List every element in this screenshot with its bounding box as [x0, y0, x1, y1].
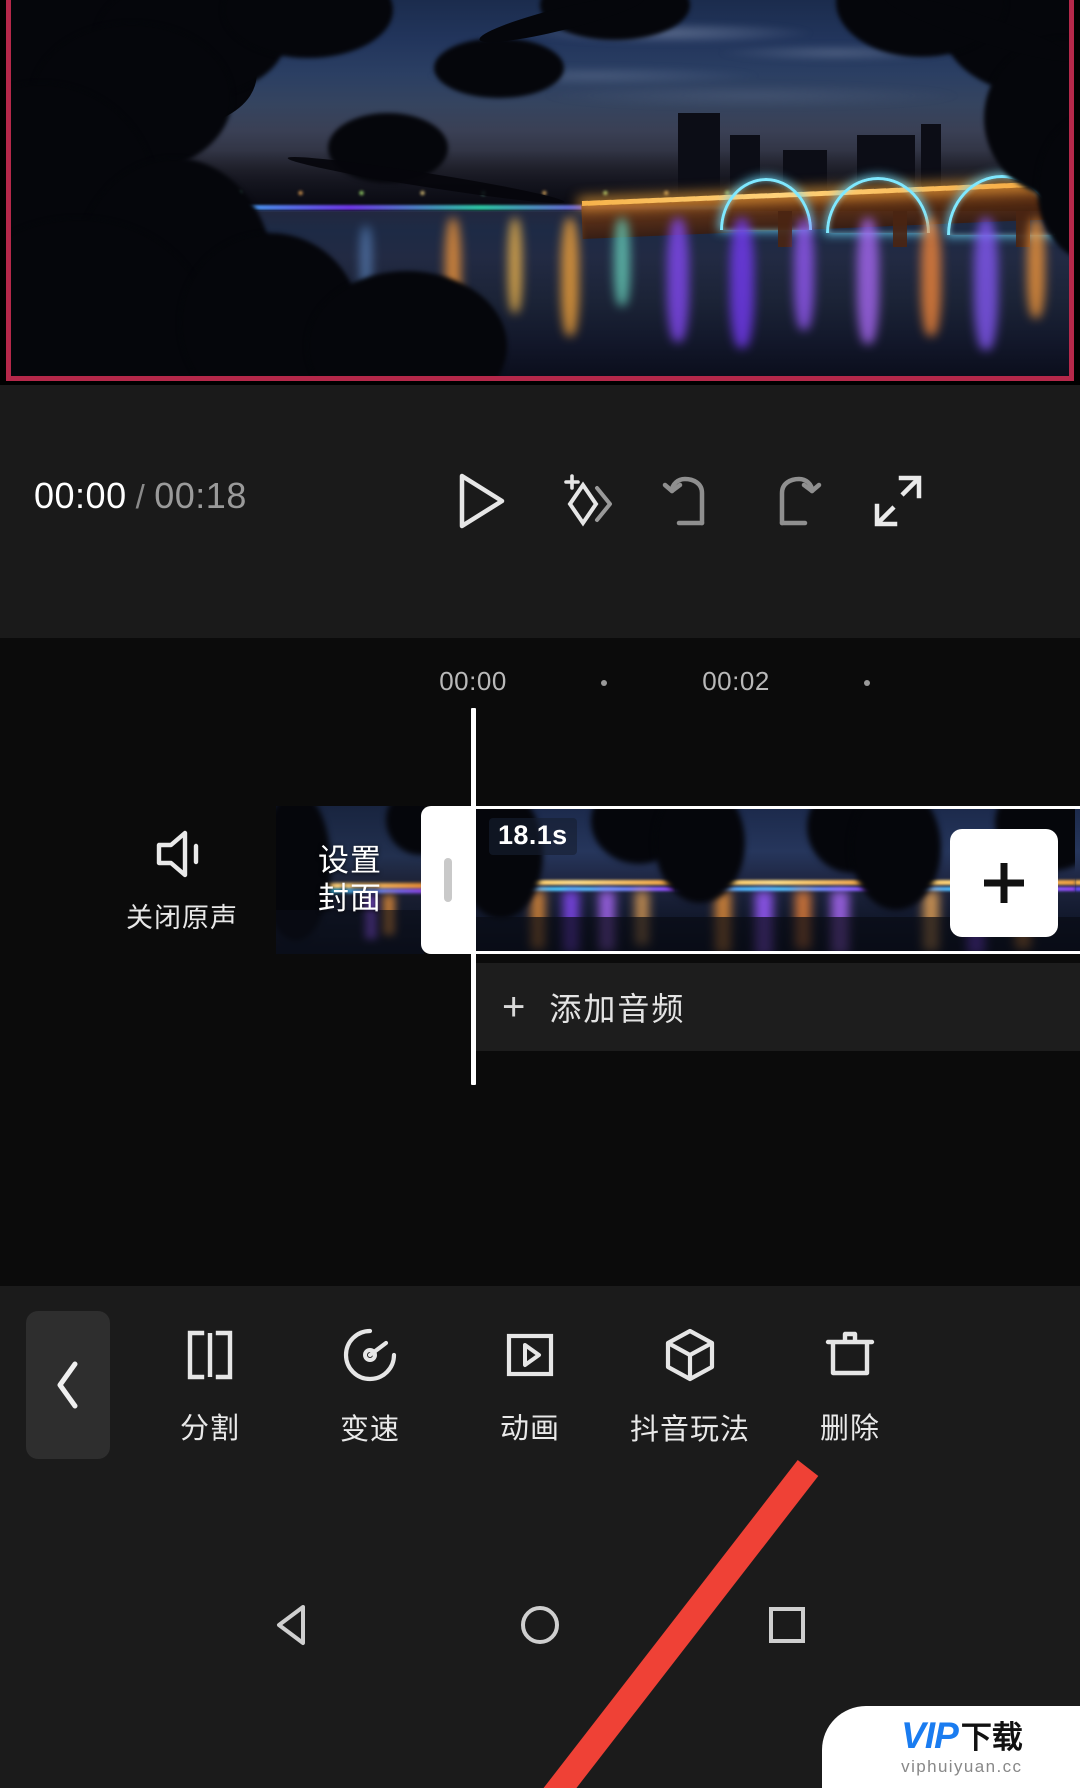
add-keyframe-icon	[564, 474, 612, 527]
triangle-back-icon	[277, 1605, 306, 1645]
ruler-tick-label: 00:02	[702, 666, 770, 696]
android-back-button[interactable]	[248, 1580, 338, 1670]
timeline-panel[interactable]: 00:00 00:02 关闭原声 设置 封面 18.1s + 添加音频	[0, 638, 1080, 1788]
speed-icon	[343, 1328, 397, 1382]
ruler-tick-dot	[864, 680, 870, 686]
clip-duration-badge: 18.1s	[489, 818, 577, 855]
speaker-mute-icon	[156, 830, 199, 877]
tool-speed[interactable]: 变速	[290, 1286, 450, 1486]
tool-animation[interactable]: 动画	[450, 1286, 610, 1486]
add-audio-plus: +	[502, 985, 526, 1029]
clip-edit-toolbar: 分割 变速 动画 抖音玩法 删除	[0, 1286, 1080, 1486]
undo-button[interactable]	[638, 461, 742, 541]
trim-grip	[444, 858, 452, 902]
add-audio-track[interactable]: + 添加音频	[475, 963, 1080, 1051]
timeline-ruler[interactable]: 00:00 00:02	[0, 658, 1080, 708]
video-frame-image	[11, 0, 1069, 376]
fullscreen-button[interactable]	[846, 461, 950, 541]
plus-icon	[984, 863, 1024, 903]
redo-icon	[779, 476, 822, 526]
watermark-vip-text: VIP	[901, 1715, 959, 1756]
circle-home-icon	[520, 1606, 559, 1644]
undo-icon	[662, 476, 705, 526]
square-recents-icon	[768, 1607, 805, 1643]
video-track-row: 关闭原声 设置 封面 18.1s	[0, 806, 1080, 954]
video-clip[interactable]: 18.1s	[475, 806, 1080, 954]
tool-douyin-play[interactable]: 抖音玩法	[610, 1286, 770, 1486]
add-audio-label: 添加音频	[549, 991, 686, 1027]
current-time: 00:00	[34, 475, 127, 516]
cube-icon	[665, 1328, 715, 1382]
playhead[interactable]	[471, 708, 476, 1085]
time-display: 00:00 / 00:18	[34, 478, 247, 514]
android-recents-button[interactable]	[742, 1580, 832, 1670]
transport-controls	[430, 461, 950, 541]
video-preview-area	[0, 0, 1080, 385]
watermark-cn-text: 下载	[960, 1720, 1023, 1755]
play-icon	[459, 473, 505, 529]
clip-trim-handle-left[interactable]	[421, 806, 475, 954]
watermark-url: viphuiyuan.cc	[901, 1757, 1023, 1776]
redo-button[interactable]	[742, 461, 846, 541]
tool-label: 变速	[339, 1414, 400, 1446]
trash-icon	[825, 1331, 875, 1376]
set-cover-label: 设置 封面	[318, 842, 382, 916]
add-clip-button[interactable]	[950, 829, 1058, 937]
mute-label: 关闭原声	[126, 902, 238, 933]
mute-original-sound-button[interactable]: 关闭原声	[108, 816, 256, 944]
toolbar-tool-list: 分割 变速 动画 抖音玩法 删除	[130, 1286, 1080, 1486]
tool-label: 动画	[499, 1413, 560, 1445]
video-preview-frame[interactable]	[6, 0, 1074, 381]
total-time: 00:18	[154, 475, 247, 516]
chevron-left-icon	[57, 1361, 78, 1409]
split-icon	[187, 1330, 233, 1380]
tool-label: 分割	[179, 1413, 240, 1445]
tool-delete[interactable]: 删除	[770, 1286, 930, 1486]
tool-label: 抖音玩法	[629, 1414, 750, 1446]
animation-icon	[506, 1333, 554, 1377]
ruler-tick-label: 00:00	[439, 666, 507, 696]
tool-label: 删除	[819, 1413, 880, 1445]
playback-control-bar: 00:00 / 00:18	[0, 385, 1080, 638]
tool-split[interactable]: 分割	[130, 1286, 290, 1486]
fullscreen-icon	[874, 475, 922, 527]
keyframe-button[interactable]	[534, 461, 638, 541]
android-navigation-bar: VIP 下载 viphuiyuan.cc	[0, 1486, 1080, 1788]
time-separator: /	[135, 478, 146, 515]
set-cover-button[interactable]: 设置 封面	[276, 806, 424, 954]
android-home-button[interactable]	[495, 1580, 585, 1670]
play-button[interactable]	[430, 461, 534, 541]
site-watermark: VIP 下载 viphuiyuan.cc	[822, 1706, 1080, 1788]
ruler-tick-dot	[601, 680, 607, 686]
video-editor-screen: 00:00 / 00:18 00:00 00:02 关闭原声 设置 封面 18.…	[0, 0, 1080, 1788]
toolbar-back-button[interactable]	[26, 1311, 110, 1459]
